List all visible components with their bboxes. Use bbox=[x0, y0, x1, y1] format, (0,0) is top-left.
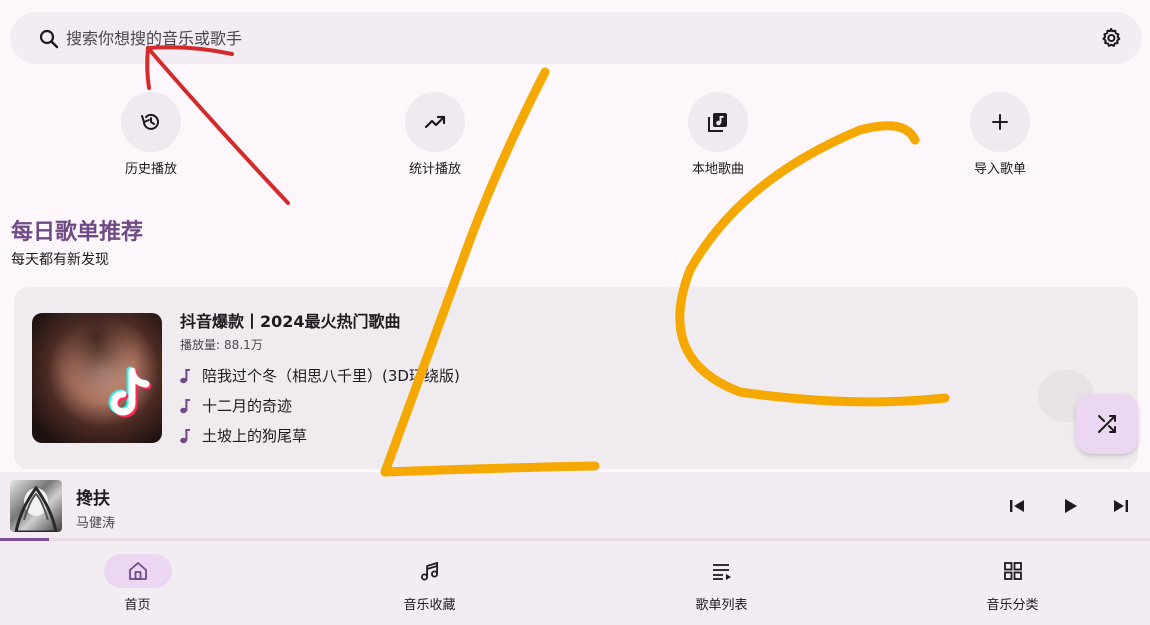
playlist-title: 抖音爆款丨2024最火热门歌曲 bbox=[180, 312, 401, 331]
quick-action-label: 统计播放 bbox=[408, 162, 461, 177]
home-icon[interactable] bbox=[103, 554, 172, 588]
shuffle-button[interactable] bbox=[1076, 394, 1138, 454]
search-input[interactable] bbox=[66, 12, 1046, 64]
skip-next-icon[interactable] bbox=[1111, 496, 1131, 516]
play-count: 播放量: 88.1万 bbox=[180, 336, 263, 353]
song-title: 十二月的奇迹 bbox=[202, 397, 293, 415]
now-playing-cover bbox=[10, 480, 62, 532]
nav-label: 歌单列表 bbox=[695, 598, 748, 613]
mini-player[interactable]: 搀扶 马健涛 bbox=[0, 472, 1150, 538]
list-item[interactable]: 十二月的奇迹 bbox=[180, 395, 292, 416]
search-icon[interactable] bbox=[37, 27, 61, 51]
play-count-value: 88.1万 bbox=[224, 338, 263, 352]
nav-label: 首页 bbox=[124, 598, 151, 613]
music-note-icon bbox=[180, 368, 190, 384]
playlist-card[interactable]: 抖音爆款丨2024最火热门歌曲 播放量: 88.1万 陪我过个冬（相思八千里）(3… bbox=[14, 287, 1138, 469]
quick-action-label: 历史播放 bbox=[124, 162, 177, 177]
search-bar[interactable] bbox=[10, 12, 1142, 64]
music-note-icon bbox=[180, 398, 190, 414]
nav-item-playlists[interactable]: 歌单列表 bbox=[578, 541, 865, 625]
song-title: 土坡上的狗尾草 bbox=[202, 427, 308, 445]
music-notes-icon[interactable] bbox=[396, 554, 464, 588]
playlist-icon[interactable] bbox=[688, 554, 756, 588]
list-item[interactable]: 土坡上的狗尾草 bbox=[180, 425, 307, 446]
quick-action-history[interactable]: 历史播放 bbox=[91, 92, 211, 177]
playlist-cover bbox=[32, 313, 162, 443]
bottom-nav: 首页 音乐收藏 歌单列表 音乐分类 bbox=[0, 541, 1150, 625]
nav-label: 音乐分类 bbox=[986, 598, 1039, 613]
nav-item-favorites[interactable]: 音乐收藏 bbox=[286, 541, 573, 625]
plus-icon[interactable] bbox=[970, 92, 1030, 152]
now-playing-title: 搀扶 bbox=[76, 489, 110, 509]
skip-previous-icon[interactable] bbox=[1007, 496, 1027, 516]
section-subtitle: 每天都有新发现 bbox=[11, 252, 109, 268]
list-item[interactable]: 陪我过个冬（相思八千里）(3D环绕版) bbox=[180, 365, 460, 386]
quick-action-stats[interactable]: 统计播放 bbox=[375, 92, 495, 177]
quick-action-import[interactable]: 导入歌单 bbox=[940, 92, 1060, 177]
library-music-icon[interactable] bbox=[688, 92, 748, 152]
music-note-icon bbox=[180, 428, 190, 444]
quick-action-local[interactable]: 本地歌曲 bbox=[658, 92, 778, 177]
song-title: 陪我过个冬（相思八千里）(3D环绕版) bbox=[202, 367, 460, 385]
gear-icon[interactable] bbox=[1099, 26, 1123, 50]
shuffle-icon bbox=[1098, 415, 1116, 433]
quick-action-label: 导入歌单 bbox=[973, 162, 1026, 177]
nav-label: 音乐收藏 bbox=[403, 598, 456, 613]
history-icon[interactable] bbox=[121, 92, 181, 152]
nav-item-home[interactable]: 首页 bbox=[0, 541, 281, 625]
quick-action-label: 本地歌曲 bbox=[691, 162, 744, 177]
now-playing-artist: 马健涛 bbox=[76, 516, 116, 531]
nav-item-categories[interactable]: 音乐分类 bbox=[869, 541, 1150, 625]
grid-icon[interactable] bbox=[979, 554, 1047, 588]
trending-up-icon[interactable] bbox=[405, 92, 465, 152]
section-title: 每日歌单推荐 bbox=[11, 220, 144, 245]
play-icon[interactable] bbox=[1060, 496, 1080, 516]
play-count-label: 播放量: bbox=[180, 338, 221, 352]
tiktok-logo-icon bbox=[108, 366, 152, 418]
